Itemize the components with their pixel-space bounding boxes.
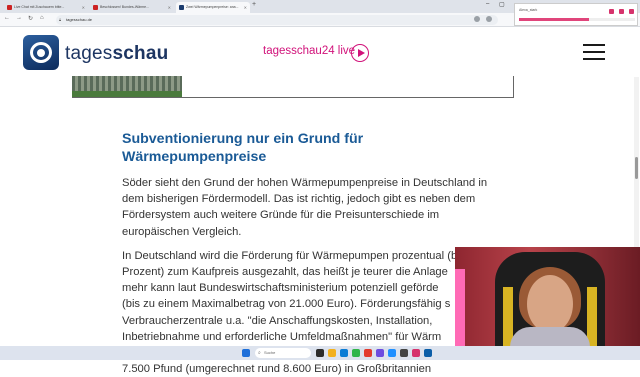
browser-tab[interactable]: Live Chat mit Zuschauern bitte... ✕: [4, 2, 88, 13]
app-icon[interactable]: [412, 349, 420, 357]
notification-popup: Alexa_stark: [514, 3, 638, 26]
taskbar-search[interactable]: Suche: [255, 348, 311, 358]
article-photo: [72, 76, 182, 97]
popup-close-icon[interactable]: [629, 9, 634, 14]
file-explorer-icon[interactable]: [328, 349, 336, 357]
url-field[interactable]: 🔒︎ tagesschau.de: [56, 15, 498, 25]
popup-progress-bar: [519, 18, 635, 21]
start-menu-icon[interactable]: [242, 349, 250, 357]
tagesschau-logo-icon[interactable]: [23, 35, 59, 70]
new-tab-icon[interactable]: +: [252, 1, 256, 8]
live-stream-link[interactable]: tagesschau24 live: [263, 45, 355, 57]
maximize-icon[interactable]: ▢: [499, 1, 505, 8]
close-tab-icon[interactable]: ✕: [82, 2, 85, 13]
article-image: [72, 76, 514, 98]
task-view-icon[interactable]: [316, 349, 324, 357]
scrollbar-thumb[interactable]: [635, 157, 638, 179]
home-icon[interactable]: ⌂: [40, 15, 44, 21]
bookmark-star-icon[interactable]: [474, 16, 480, 22]
whatsapp-icon[interactable]: [352, 349, 360, 357]
article-paragraph: Söder sieht den Grund der hohen Wärmepum…: [122, 177, 488, 238]
browser-tab-active[interactable]: Zwei Wärmepumpenpreise: ana... ✕: [176, 2, 250, 13]
article-subheading: Subventionierung nur ein Grund für Wärme…: [122, 131, 364, 165]
webcam-overlay: [455, 247, 640, 360]
windows-taskbar: Suche: [0, 346, 640, 360]
back-arrow-icon[interactable]: ←: [4, 15, 10, 21]
lock-icon: 🔒︎: [59, 17, 62, 22]
play-icon[interactable]: [351, 44, 369, 62]
store-icon[interactable]: [388, 349, 396, 357]
tagesschau-favicon: [179, 5, 184, 10]
popup-action-icon[interactable]: [619, 9, 624, 14]
obs-icon[interactable]: [376, 349, 384, 357]
article-body: Subventionierung nur ein Grund für Wärme…: [122, 130, 502, 377]
youtube-icon: [7, 5, 12, 10]
close-tab-icon[interactable]: ✕: [244, 2, 247, 13]
edge-browser-icon[interactable]: [340, 349, 348, 357]
site-logo-text[interactable]: tagesschau: [65, 43, 168, 65]
popup-action-icon[interactable]: [609, 9, 614, 14]
site-favicon: [93, 5, 98, 10]
close-tab-icon[interactable]: ✕: [168, 2, 171, 13]
browser-tab[interactable]: Beschlossen! Bundes-Wärme... ✕: [90, 2, 174, 13]
app-icon[interactable]: [424, 349, 432, 357]
extensions-icon[interactable]: [486, 16, 492, 22]
minimize-icon[interactable]: –: [486, 1, 489, 7]
forward-arrow-icon[interactable]: →: [16, 15, 22, 21]
reload-icon[interactable]: ↻: [28, 15, 33, 22]
hamburger-menu-icon[interactable]: [583, 44, 605, 60]
chrome-icon[interactable]: [364, 349, 372, 357]
app-icon[interactable]: [400, 349, 408, 357]
